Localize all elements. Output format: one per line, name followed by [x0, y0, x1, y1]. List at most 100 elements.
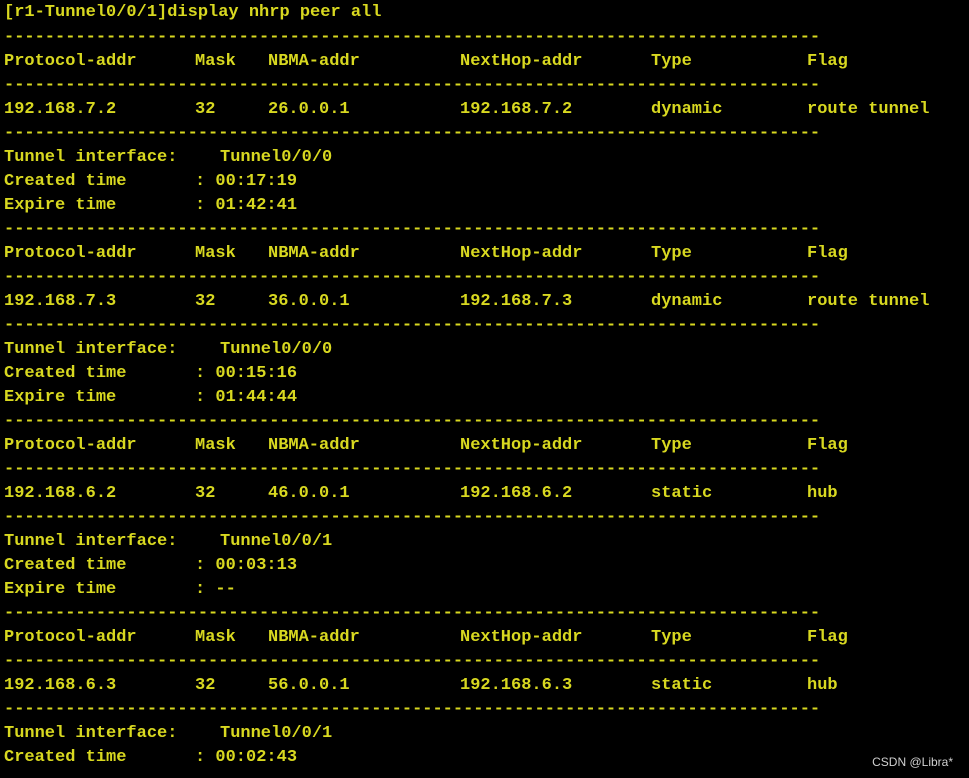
- expire-time-value: : 01:44:44: [195, 388, 298, 407]
- tunnel-interface-label: Tunnel interface:: [4, 148, 178, 167]
- table-header-row: Protocol-addr Mask NBMA-addr NextHop-addr Ty…: [4, 50, 964, 74]
- header-flag: Flag: [807, 628, 848, 647]
- separator-line: ----------------------------------------…: [4, 218, 964, 242]
- header-nexthop-addr: NextHop-addr: [460, 244, 583, 263]
- header-protocol-addr: Protocol-addr: [4, 52, 137, 71]
- header-type: Type: [651, 52, 692, 71]
- cell-flag: route tunnel: [807, 100, 930, 119]
- separator: ----------------------------------------…: [4, 76, 821, 95]
- table-row: 192.168.7.2 32 26.0.0.1 192.168.7.2 dynamic r…: [4, 98, 964, 122]
- expire-time-label: Expire time: [4, 580, 117, 599]
- separator-line: ----------------------------------------…: [4, 26, 964, 50]
- created-time-line: Created time : 00:02:43: [4, 746, 964, 770]
- cell-mask: 32: [195, 100, 216, 119]
- separator: ----------------------------------------…: [4, 604, 821, 623]
- separator-line: ----------------------------------------…: [4, 122, 964, 146]
- table-header-row: Protocol-addr Mask NBMA-addr NextHop-addr Ty…: [4, 242, 964, 266]
- cell-nexthop-addr: 192.168.6.3: [460, 676, 573, 695]
- header-nbma-addr: NBMA-addr: [268, 628, 360, 647]
- created-time-label: Created time: [4, 748, 127, 767]
- separator: ----------------------------------------…: [4, 652, 821, 671]
- cell-protocol-addr: 192.168.7.2: [4, 100, 117, 119]
- created-time-value: : 00:17:19: [195, 172, 298, 191]
- separator: ----------------------------------------…: [4, 28, 821, 47]
- created-time-value: : 00:15:16: [195, 364, 298, 383]
- table-row: 192.168.7.3 32 36.0.0.1 192.168.7.3 dynamic r…: [4, 290, 964, 314]
- expire-time-label: Expire time: [4, 196, 117, 215]
- separator: ----------------------------------------…: [4, 268, 821, 287]
- cell-nbma-addr: 56.0.0.1: [268, 676, 350, 695]
- expire-time-label: Expire time: [4, 388, 117, 407]
- separator-line: ----------------------------------------…: [4, 266, 964, 290]
- separator: ----------------------------------------…: [4, 508, 821, 527]
- table-header-row: Protocol-addr Mask NBMA-addr NextHop-addr Ty…: [4, 626, 964, 650]
- separator: ----------------------------------------…: [4, 412, 821, 431]
- cell-flag: hub: [807, 676, 838, 695]
- separator: ----------------------------------------…: [4, 700, 821, 719]
- header-type: Type: [651, 244, 692, 263]
- tunnel-interface-line: Tunnel interface: Tunnel0/0/1: [4, 530, 964, 554]
- header-nexthop-addr: NextHop-addr: [460, 628, 583, 647]
- header-mask: Mask: [195, 52, 236, 71]
- cell-mask: 32: [195, 676, 216, 695]
- header-protocol-addr: Protocol-addr: [4, 244, 137, 263]
- separator-line: ----------------------------------------…: [4, 698, 964, 722]
- cell-type: static: [651, 676, 713, 695]
- tunnel-interface-value: Tunnel0/0/1: [220, 724, 333, 743]
- cell-nbma-addr: 26.0.0.1: [268, 100, 350, 119]
- separator-line: ----------------------------------------…: [4, 506, 964, 530]
- cell-nbma-addr: 46.0.0.1: [268, 484, 350, 503]
- command-prompt: [r1-Tunnel0/0/1]display nhrp peer all: [4, 0, 964, 26]
- header-mask: Mask: [195, 628, 236, 647]
- tunnel-interface-value: Tunnel0/0/0: [220, 148, 333, 167]
- cell-protocol-addr: 192.168.7.3: [4, 292, 117, 311]
- header-mask: Mask: [195, 436, 236, 455]
- created-time-label: Created time: [4, 364, 127, 383]
- tunnel-interface-value: Tunnel0/0/0: [220, 340, 333, 359]
- created-time-value: : 00:02:43: [195, 748, 298, 767]
- expire-time-line: Expire time : 01:44:44: [4, 386, 964, 410]
- separator-line: ----------------------------------------…: [4, 74, 964, 98]
- cell-mask: 32: [195, 292, 216, 311]
- watermark: CSDN @Libra*: [872, 755, 953, 769]
- tunnel-interface-line: Tunnel interface: Tunnel0/0/0: [4, 338, 964, 362]
- tunnel-interface-line: Tunnel interface: Tunnel0/0/1: [4, 722, 964, 746]
- cell-flag: route tunnel: [807, 292, 930, 311]
- tunnel-interface-label: Tunnel interface:: [4, 724, 178, 743]
- separator-line: ----------------------------------------…: [4, 650, 964, 674]
- header-protocol-addr: Protocol-addr: [4, 628, 137, 647]
- separator-line: ----------------------------------------…: [4, 458, 964, 482]
- created-time-value: : 00:03:13: [195, 556, 298, 575]
- table-header-row: Protocol-addr Mask NBMA-addr NextHop-addr Ty…: [4, 434, 964, 458]
- cell-nbma-addr: 36.0.0.1: [268, 292, 350, 311]
- header-nbma-addr: NBMA-addr: [268, 436, 360, 455]
- tunnel-interface-value: Tunnel0/0/1: [220, 532, 333, 551]
- cell-type: dynamic: [651, 292, 723, 311]
- expire-time-line: Expire time : --: [4, 578, 964, 602]
- separator-line: ----------------------------------------…: [4, 602, 964, 626]
- header-type: Type: [651, 628, 692, 647]
- header-nexthop-addr: NextHop-addr: [460, 436, 583, 455]
- tunnel-interface-label: Tunnel interface:: [4, 532, 178, 551]
- created-time-line: Created time : 00:03:13: [4, 554, 964, 578]
- separator: ----------------------------------------…: [4, 316, 821, 335]
- header-protocol-addr: Protocol-addr: [4, 436, 137, 455]
- created-time-label: Created time: [4, 556, 127, 575]
- created-time-line: Created time : 00:15:16: [4, 362, 964, 386]
- header-nbma-addr: NBMA-addr: [268, 244, 360, 263]
- header-flag: Flag: [807, 244, 848, 263]
- command-text: [r1-Tunnel0/0/1]display nhrp peer all: [4, 3, 382, 22]
- table-row: 192.168.6.3 32 56.0.0.1 192.168.6.3 static hu…: [4, 674, 964, 698]
- separator-line: ----------------------------------------…: [4, 314, 964, 338]
- cell-mask: 32: [195, 484, 216, 503]
- table-row: 192.168.6.2 32 46.0.0.1 192.168.6.2 static hu…: [4, 482, 964, 506]
- expire-time-value: : --: [195, 580, 236, 599]
- created-time-label: Created time: [4, 172, 127, 191]
- cell-nexthop-addr: 192.168.7.3: [460, 292, 573, 311]
- cell-protocol-addr: 192.168.6.3: [4, 676, 117, 695]
- cell-nexthop-addr: 192.168.6.2: [460, 484, 573, 503]
- separator: ----------------------------------------…: [4, 220, 821, 239]
- cell-type: dynamic: [651, 100, 723, 119]
- terminal-output: [r1-Tunnel0/0/1]display nhrp peer all ---…: [4, 0, 964, 770]
- separator: ----------------------------------------…: [4, 124, 821, 143]
